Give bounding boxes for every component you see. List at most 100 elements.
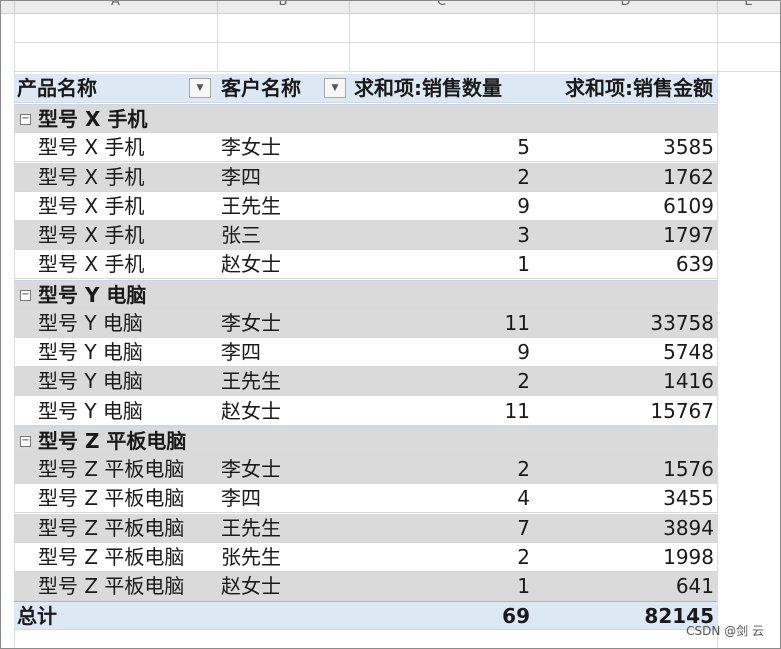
amount-cell[interactable]: 6109 bbox=[539, 192, 714, 221]
qty-cell[interactable]: 2 bbox=[354, 163, 530, 192]
customer-cell[interactable]: 王先生 bbox=[221, 367, 346, 396]
table-row[interactable]: 型号 Z 平板电脑 王先生 7 3894 bbox=[14, 513, 717, 543]
column-header-b[interactable]: B bbox=[217, 1, 350, 13]
group-label: 型号 X 手机 bbox=[38, 107, 148, 131]
grid-line bbox=[217, 13, 218, 72]
product-cell[interactable]: 型号 Y 电脑 bbox=[38, 338, 216, 367]
product-cell[interactable]: 型号 X 手机 bbox=[38, 192, 216, 221]
amount-cell[interactable]: 5748 bbox=[539, 338, 714, 367]
empty-row[interactable] bbox=[14, 13, 780, 43]
customer-cell[interactable]: 赵女士 bbox=[221, 250, 346, 279]
product-cell[interactable]: 型号 Z 平板电脑 bbox=[38, 543, 216, 572]
product-cell[interactable]: 型号 X 手机 bbox=[38, 133, 216, 162]
product-cell[interactable]: 型号 Z 平板电脑 bbox=[38, 572, 216, 601]
product-cell[interactable]: 型号 Z 平板电脑 bbox=[38, 484, 216, 513]
qty-cell[interactable]: 11 bbox=[354, 309, 530, 338]
table-row[interactable]: 型号 Y 电脑 李四 9 5748 bbox=[14, 338, 717, 367]
empty-row[interactable] bbox=[14, 43, 780, 72]
table-row[interactable]: 型号 X 手机 王先生 9 6109 bbox=[14, 192, 717, 221]
grid-line bbox=[534, 13, 535, 72]
pivot-header-row: 产品名称 ▼ 客户名称 ▼ 求和项:销售数量 求和项:销售金额 bbox=[14, 74, 717, 103]
amount-cell[interactable]: 15767 bbox=[539, 397, 714, 426]
qty-cell[interactable]: 5 bbox=[354, 133, 530, 162]
qty-cell[interactable]: 2 bbox=[354, 367, 530, 396]
dropdown-arrow-icon: ▼ bbox=[331, 83, 339, 93]
customer-cell[interactable]: 张先生 bbox=[221, 543, 346, 572]
amount-cell[interactable]: 1797 bbox=[539, 221, 714, 250]
table-row[interactable]: 型号 X 手机 张三 3 1797 bbox=[14, 221, 717, 250]
table-row[interactable]: 型号 X 手机 李女士 5 3585 bbox=[14, 133, 717, 163]
table-row[interactable]: 型号 Z 平板电脑 张先生 2 1998 bbox=[14, 543, 717, 572]
amount-cell[interactable]: 641 bbox=[539, 572, 714, 601]
amount-cell[interactable]: 1576 bbox=[539, 455, 714, 484]
qty-cell[interactable]: 11 bbox=[354, 397, 530, 426]
product-cell[interactable]: 型号 X 手机 bbox=[38, 163, 216, 192]
customer-cell[interactable]: 王先生 bbox=[221, 514, 346, 543]
qty-cell[interactable]: 2 bbox=[354, 455, 530, 484]
customer-cell[interactable]: 赵女士 bbox=[221, 397, 346, 426]
dropdown-arrow-icon: ▼ bbox=[196, 83, 204, 93]
column-header-e[interactable]: E bbox=[717, 1, 780, 13]
group-label: 型号 Z 平板电脑 bbox=[38, 428, 187, 453]
table-row[interactable]: 型号 Y 电脑 李女士 11 33758 bbox=[14, 308, 717, 338]
amount-cell[interactable]: 3894 bbox=[539, 514, 714, 543]
qty-cell[interactable]: 9 bbox=[354, 192, 530, 221]
amount-cell[interactable]: 1416 bbox=[539, 367, 714, 396]
customer-cell[interactable]: 李女士 bbox=[221, 133, 346, 162]
table-row[interactable]: 型号 Y 电脑 王先生 2 1416 bbox=[14, 367, 717, 397]
customer-cell[interactable]: 王先生 bbox=[221, 192, 346, 221]
product-cell[interactable]: 型号 Z 平板电脑 bbox=[38, 455, 216, 484]
group-row: − 型号 Z 平板电脑 bbox=[14, 425, 717, 455]
grand-total-qty: 69 bbox=[502, 604, 530, 629]
amount-cell[interactable]: 1998 bbox=[539, 543, 714, 572]
header-product-name: 产品名称 bbox=[17, 76, 97, 100]
customer-filter-button[interactable]: ▼ bbox=[324, 78, 346, 98]
column-header-d[interactable]: D bbox=[534, 1, 718, 13]
grand-total-row: 总计 69 82145 bbox=[14, 601, 717, 631]
customer-cell[interactable]: 李四 bbox=[221, 338, 346, 367]
watermark: CSDN @剑 云 bbox=[686, 624, 764, 638]
column-header-c[interactable]: C bbox=[349, 1, 535, 13]
amount-cell[interactable]: 1762 bbox=[539, 163, 714, 192]
table-row[interactable]: 型号 X 手机 李四 2 1762 bbox=[14, 162, 717, 192]
product-cell[interactable]: 型号 Y 电脑 bbox=[38, 309, 216, 338]
table-row[interactable]: 型号 Y 电脑 赵女士 11 15767 bbox=[14, 397, 717, 426]
qty-cell[interactable]: 9 bbox=[354, 338, 530, 367]
amount-cell[interactable]: 33758 bbox=[539, 309, 714, 338]
product-filter-button[interactable]: ▼ bbox=[189, 78, 211, 98]
customer-cell[interactable]: 张三 bbox=[221, 221, 346, 250]
collapse-toggle-icon[interactable]: − bbox=[20, 435, 31, 447]
amount-cell[interactable]: 639 bbox=[539, 250, 714, 279]
collapse-toggle-icon[interactable]: − bbox=[20, 114, 31, 125]
column-header-a[interactable]: A bbox=[14, 1, 218, 13]
group-row: − 型号 Y 电脑 bbox=[14, 279, 717, 309]
product-cell[interactable]: 型号 X 手机 bbox=[38, 250, 216, 279]
customer-cell[interactable]: 赵女士 bbox=[221, 572, 346, 601]
product-cell[interactable]: 型号 Y 电脑 bbox=[38, 367, 216, 396]
select-all-corner[interactable] bbox=[1, 1, 15, 13]
amount-cell[interactable]: 3455 bbox=[539, 484, 714, 513]
table-row[interactable]: 型号 Z 平板电脑 赵女士 1 641 bbox=[14, 572, 717, 601]
header-sum-amount: 求和项:销售金额 bbox=[565, 76, 713, 100]
product-cell[interactable]: 型号 Z 平板电脑 bbox=[38, 514, 216, 543]
qty-cell[interactable]: 4 bbox=[354, 484, 530, 513]
customer-cell[interactable]: 李女士 bbox=[221, 309, 346, 338]
collapse-toggle-icon[interactable]: − bbox=[20, 289, 31, 301]
table-row[interactable]: 型号 Z 平板电脑 李四 4 3455 bbox=[14, 484, 717, 514]
qty-cell[interactable]: 1 bbox=[354, 250, 530, 279]
table-row[interactable]: 型号 Z 平板电脑 李女士 2 1576 bbox=[14, 455, 717, 484]
header-customer-name: 客户名称 bbox=[221, 76, 301, 100]
qty-cell[interactable]: 3 bbox=[354, 221, 530, 250]
group-label: 型号 Y 电脑 bbox=[38, 282, 147, 307]
customer-cell[interactable]: 李女士 bbox=[221, 455, 346, 484]
qty-cell[interactable]: 2 bbox=[354, 543, 530, 572]
grand-total-label: 总计 bbox=[17, 604, 57, 629]
product-cell[interactable]: 型号 Y 电脑 bbox=[38, 397, 216, 426]
qty-cell[interactable]: 1 bbox=[354, 572, 530, 601]
table-row[interactable]: 型号 X 手机 赵女士 1 639 bbox=[14, 250, 717, 280]
customer-cell[interactable]: 李四 bbox=[221, 484, 346, 513]
qty-cell[interactable]: 7 bbox=[354, 514, 530, 543]
amount-cell[interactable]: 3585 bbox=[539, 133, 714, 162]
customer-cell[interactable]: 李四 bbox=[221, 163, 346, 192]
product-cell[interactable]: 型号 X 手机 bbox=[38, 221, 216, 250]
